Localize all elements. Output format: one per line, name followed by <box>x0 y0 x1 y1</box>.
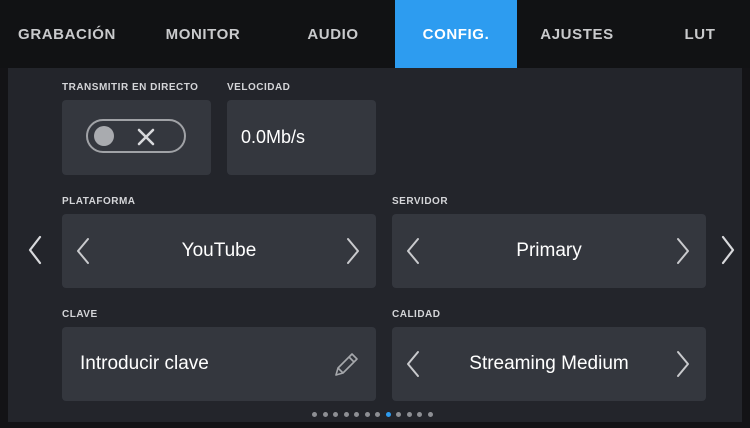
stream-toggle[interactable] <box>86 119 186 153</box>
quality-prev-icon[interactable] <box>404 349 422 379</box>
page-dot[interactable] <box>406 412 412 417</box>
server-label: SERVIDOR <box>392 196 449 207</box>
x-icon <box>137 128 155 146</box>
page-dot[interactable] <box>427 412 433 417</box>
quality-label: CALIDAD <box>392 309 441 320</box>
next-page-arrow-icon[interactable] <box>719 234 737 266</box>
server-selector: Primary <box>392 214 706 288</box>
quality-next-icon[interactable] <box>674 349 692 379</box>
circle-knob-icon <box>94 126 114 146</box>
page-dot-active[interactable] <box>385 412 391 417</box>
tab-grabacion[interactable]: GRABACIÓN <box>8 0 126 68</box>
server-prev-icon[interactable] <box>404 236 422 266</box>
stream-label: TRANSMITIR EN DIRECTO <box>62 82 199 93</box>
tab-config[interactable]: CONFIG. <box>395 0 517 68</box>
server-value: Primary <box>516 240 582 261</box>
pencil-icon[interactable] <box>330 347 360 381</box>
speed-value: 0.0Mb/s <box>241 127 306 147</box>
platform-next-icon[interactable] <box>344 236 362 266</box>
tab-monitor[interactable]: MONITOR <box>145 0 261 68</box>
page-dot[interactable] <box>417 412 422 417</box>
platform-selector: YouTube <box>62 214 376 288</box>
page-dot[interactable] <box>333 412 338 417</box>
platform-prev-icon[interactable] <box>74 236 92 266</box>
quality-value: Streaming Medium <box>469 353 629 374</box>
page-dot[interactable] <box>375 412 380 417</box>
page-dot[interactable] <box>354 412 359 417</box>
page-dot[interactable] <box>396 412 401 417</box>
platform-label: PLATAFORMA <box>62 196 136 207</box>
tab-lut[interactable]: LUT <box>655 0 745 68</box>
key-value: Introducir clave <box>80 353 209 374</box>
page-dot[interactable] <box>364 412 370 417</box>
key-label: CLAVE <box>62 309 98 320</box>
platform-value: YouTube <box>181 240 257 261</box>
page-dot[interactable] <box>322 412 328 417</box>
tab-ajustes[interactable]: AJUSTES <box>517 0 637 68</box>
key-field[interactable]: Introducir clave <box>62 327 376 401</box>
prev-page-arrow-icon[interactable] <box>26 234 44 266</box>
tab-bar: GRABACIÓN MONITOR AUDIO CONFIG. AJUSTES … <box>0 0 750 68</box>
stream-toggle-box[interactable] <box>62 100 211 175</box>
tab-audio[interactable]: AUDIO <box>275 0 391 68</box>
speed-label: VELOCIDAD <box>227 82 291 93</box>
server-next-icon[interactable] <box>674 236 692 266</box>
page-dot[interactable] <box>343 412 349 417</box>
settings-panel: TRANSMITIR EN DIRECTO VELOCIDAD 0.0Mb/s … <box>8 68 742 422</box>
page-indicator <box>0 410 750 420</box>
quality-selector: Streaming Medium <box>392 327 706 401</box>
speed-box: 0.0Mb/s <box>227 100 376 175</box>
page-dot[interactable] <box>312 412 317 417</box>
